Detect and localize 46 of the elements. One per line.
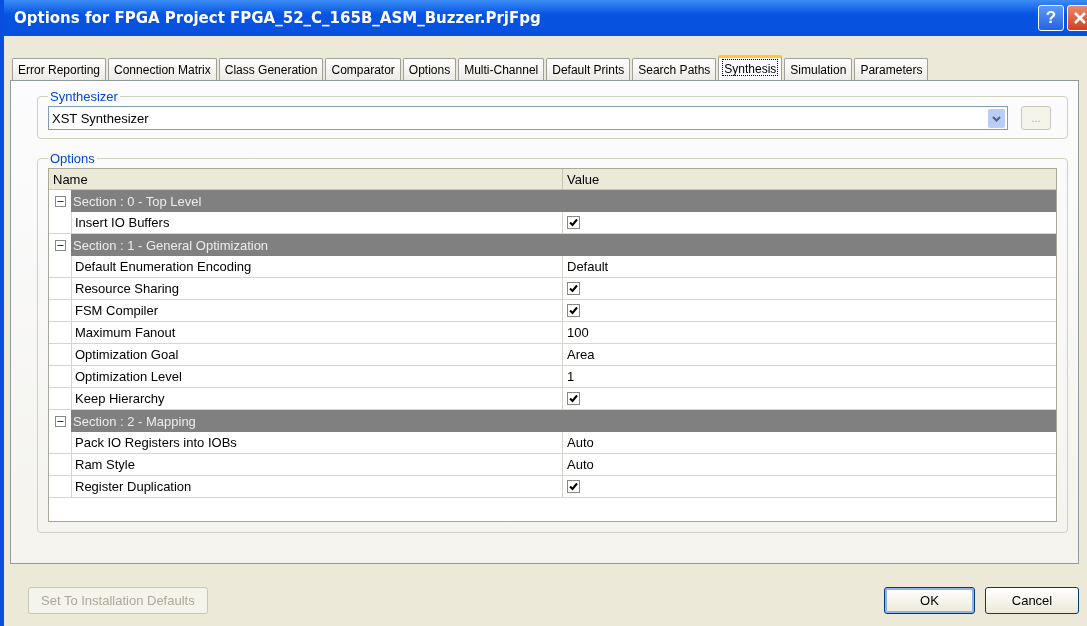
option-name: Pack IO Registers into IOBs	[71, 432, 563, 453]
option-name: FSM Compiler	[71, 300, 563, 321]
tab[interactable]: Options	[402, 58, 457, 80]
option-name: Optimization Goal	[71, 344, 563, 365]
tab[interactable]: Default Prints	[546, 58, 631, 80]
collapse-icon[interactable]	[54, 195, 66, 207]
tab[interactable]: Synthesis	[718, 55, 783, 80]
group-label: Synthesizer	[49, 89, 119, 104]
option-name: Default Enumeration Encoding	[71, 256, 563, 277]
window-title: Options for FPGA Project FPGA_52_C_165B_ASM_Buzzer.PrjFpg	[14, 9, 541, 27]
checkbox[interactable]	[567, 282, 580, 295]
tab[interactable]: Comparator	[325, 58, 401, 80]
checkbox[interactable]	[567, 304, 580, 317]
tab[interactable]: Class Generation	[218, 58, 324, 80]
option-name: Keep Hierarchy	[71, 388, 563, 409]
group-label: Options	[49, 151, 96, 166]
column-header[interactable]: Value	[563, 169, 1056, 189]
tab[interactable]: Parameters	[854, 58, 929, 80]
option-name: Maximum Fanout	[71, 322, 563, 343]
option-name: Optimization Level	[71, 366, 563, 387]
option-name: Register Duplication	[71, 476, 563, 497]
option-name: Ram Style	[71, 454, 563, 475]
checkbox[interactable]	[567, 392, 580, 405]
option-value: Auto	[567, 457, 594, 472]
collapse-icon[interactable]	[54, 415, 66, 427]
option-value: 1	[567, 369, 575, 384]
collapse-icon[interactable]	[54, 239, 66, 251]
option-name: Insert IO Buffers	[71, 212, 563, 233]
option-value: Area	[567, 347, 595, 362]
column-header[interactable]: Name	[49, 169, 563, 189]
checkbox[interactable]	[567, 480, 580, 493]
tab[interactable]: Search Paths	[632, 58, 717, 80]
cancel-button[interactable]: Cancel	[985, 587, 1079, 614]
tab[interactable]: Error Reporting	[12, 58, 107, 80]
synthesizer-dropdown[interactable]: XST Synthesizer	[48, 106, 1008, 130]
ok-button[interactable]: OK	[884, 587, 975, 614]
close-icon	[1072, 10, 1087, 26]
option-value: Auto	[567, 435, 594, 450]
option-value: 100	[567, 325, 589, 340]
option-value: Default	[567, 259, 609, 274]
tab[interactable]: Simulation	[784, 58, 853, 80]
close-button[interactable]	[1067, 5, 1087, 31]
tab[interactable]: Multi-Channel	[458, 58, 545, 80]
option-name: Resource Sharing	[71, 278, 563, 299]
tab[interactable]: Connection Matrix	[108, 58, 217, 80]
checkbox[interactable]	[567, 216, 580, 229]
